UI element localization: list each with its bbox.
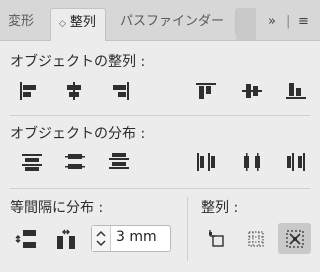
spacing-value[interactable]: 3 mm <box>116 229 157 245</box>
align-left-icon[interactable] <box>16 80 40 102</box>
tab-label: 整列 <box>69 15 96 30</box>
tab-collapse-marker-icon: ◇ <box>59 19 66 29</box>
distribute-vertical-center-icon[interactable] <box>63 151 87 173</box>
spacing-stepper[interactable]: 3 mm <box>91 225 171 252</box>
tab-label: パスファインダー <box>120 14 225 29</box>
distribute-horizontal-center-icon[interactable] <box>240 151 264 173</box>
distribute-right-icon[interactable] <box>284 151 308 173</box>
align-to-title: 整列 : <box>201 200 239 216</box>
tab-bar-filler <box>236 8 256 40</box>
vertical-distribute-space-icon[interactable] <box>14 228 38 250</box>
align-objects-title: オブジェクトの整列 : <box>10 54 146 70</box>
distribute-left-icon[interactable] <box>194 151 218 173</box>
distribute-top-icon[interactable] <box>20 151 44 173</box>
align-vertical-center-icon[interactable] <box>240 80 264 102</box>
align-to-artboard-icon[interactable] <box>244 228 268 250</box>
control-separator: | <box>286 14 291 29</box>
align-top-icon[interactable] <box>194 80 218 102</box>
tab-label: 変形 <box>8 14 35 29</box>
distribute-bottom-icon[interactable] <box>107 151 131 173</box>
align-right-icon[interactable] <box>109 80 133 102</box>
section-divider <box>10 115 310 116</box>
expand-panel-icon[interactable]: » <box>268 8 276 36</box>
tab-bar: 変形 ◇ 整列 パスファインダー » | ≡ <box>0 0 320 41</box>
align-to-selection-icon[interactable] <box>283 228 307 250</box>
align-panel: 変形 ◇ 整列 パスファインダー » | ≡ オブジェクトの整列 : オブジェクト… <box>0 0 320 272</box>
tab-align[interactable]: ◇ 整列 <box>50 8 106 41</box>
distribute-spacing-title: 等間隔に分布 : <box>10 200 104 216</box>
distribute-objects-title: オブジェクトの分布 : <box>10 126 146 142</box>
section-divider <box>10 188 310 189</box>
align-to-key-object-icon[interactable] <box>205 228 229 250</box>
tab-pathfinder[interactable]: パスファインダー <box>110 8 235 40</box>
align-horizontal-center-icon[interactable] <box>62 80 86 102</box>
align-bottom-icon[interactable] <box>284 80 308 102</box>
spinner-arrows-icon[interactable] <box>92 226 111 251</box>
vertical-divider <box>187 197 188 261</box>
panel-menu-icon[interactable]: ≡ <box>298 8 309 36</box>
horizontal-distribute-space-icon[interactable] <box>54 228 78 250</box>
tab-transform[interactable]: 変形 <box>0 8 50 40</box>
